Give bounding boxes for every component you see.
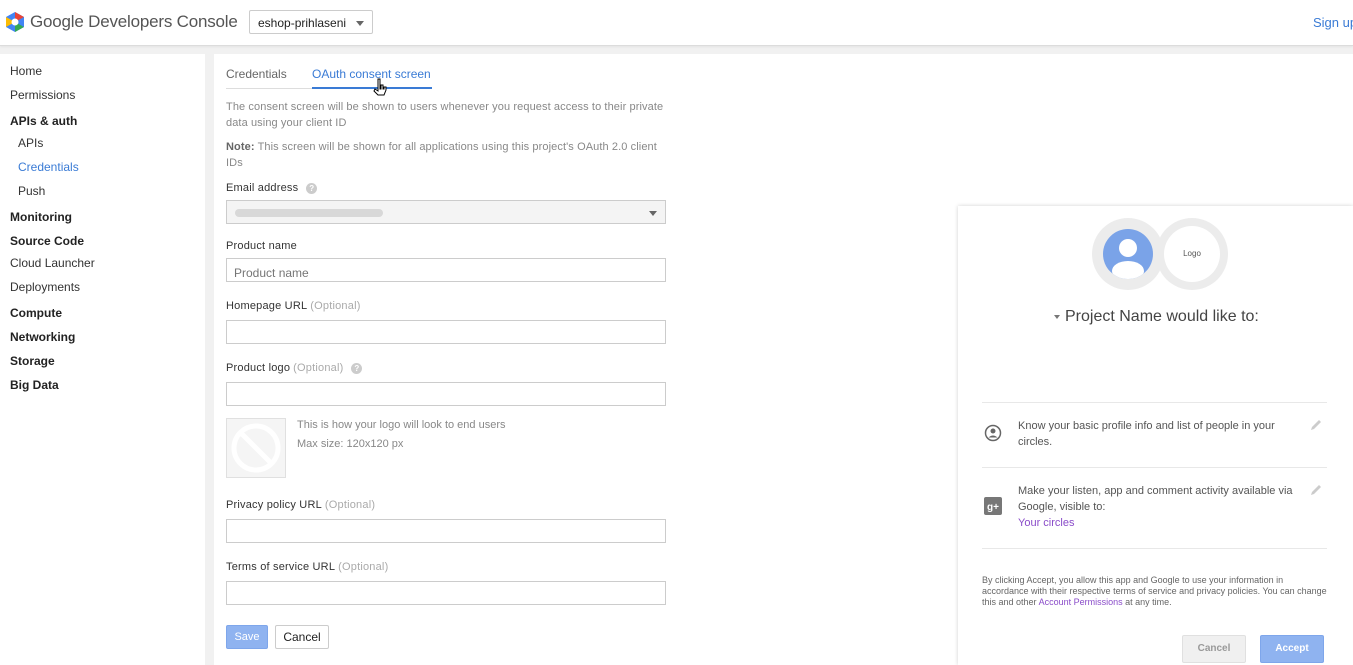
sidebar-item-credentials[interactable]: Credentials [18, 160, 79, 174]
note-label: Note: [226, 141, 255, 153]
sidebar-item-source-code[interactable]: Source Code [10, 234, 84, 248]
mouse-pointer-icon [373, 78, 387, 96]
product-name-input[interactable] [226, 258, 666, 282]
sign-up-link[interactable]: Sign up [1313, 15, 1353, 30]
logo-note-text: This is how your logo will look to end u… [297, 419, 506, 431]
product-logo-label: Product logo (Optional)? [226, 362, 363, 374]
user-avatar-icon [1103, 229, 1153, 279]
privacy-policy-url-input[interactable] [226, 519, 666, 543]
homepage-url-input[interactable] [226, 320, 666, 344]
intro-text: The consent screen will be shown to user… [226, 101, 664, 129]
cancel-button[interactable]: Cancel [275, 625, 329, 649]
email-address-label: Email address? [226, 182, 318, 194]
logo-size-text: Max size: 120x120 px [297, 438, 404, 450]
sidebar: Home Permissions APIs & auth APIs Creden… [0, 54, 205, 665]
permission-profile-text: Know your basic profile info and list of… [1018, 420, 1275, 448]
sidebar-item-storage[interactable]: Storage [10, 354, 55, 368]
terms-of-service-url-input[interactable] [226, 581, 666, 605]
profile-icon [984, 424, 1002, 442]
edit-pencil-icon[interactable] [1309, 418, 1323, 432]
permission-activity-body: Make your listen, app and comment activi… [1018, 485, 1293, 513]
sidebar-item-home[interactable]: Home [10, 64, 42, 78]
developers-console-logo-icon[interactable] [5, 11, 25, 33]
sidebar-item-networking[interactable]: Networking [10, 330, 75, 344]
google-plus-icon: g+ [984, 497, 1002, 515]
preview-accept-button[interactable]: Accept [1260, 635, 1324, 663]
sidebar-item-big-data[interactable]: Big Data [10, 378, 59, 392]
chevron-down-icon [356, 21, 364, 26]
logo-preview [226, 418, 286, 478]
consent-title: Project Name would like to: [1054, 308, 1259, 326]
save-button[interactable]: Save [226, 625, 268, 649]
account-permissions-link[interactable]: Account Permissions [1039, 597, 1123, 607]
active-tab-indicator [312, 87, 432, 89]
optional-tag: (Optional) [293, 362, 344, 374]
your-circles-link[interactable]: Your circles [1018, 517, 1074, 529]
top-bar: Google Developers Console eshop-prihlase… [0, 0, 1353, 46]
no-logo-icon [231, 423, 281, 473]
sidebar-item-apis[interactable]: APIs [18, 136, 43, 150]
privacy-policy-label-text: Privacy policy URL [226, 499, 322, 511]
product-name-label: Product name [226, 240, 297, 252]
sidebar-item-monitoring[interactable]: Monitoring [10, 210, 72, 224]
help-icon[interactable]: ? [306, 182, 318, 194]
terms-of-service-label: Terms of service URL (Optional) [226, 561, 388, 573]
email-address-label-text: Email address [226, 182, 299, 194]
main-panel: Credentials OAuth consent screen The con… [214, 54, 1353, 665]
consent-preview-card: Logo Project Name would like to: Know yo… [958, 206, 1353, 665]
product-logo-input[interactable] [226, 382, 666, 406]
tab-credentials[interactable]: Credentials [226, 67, 287, 81]
homepage-url-label: Homepage URL (Optional) [226, 300, 361, 312]
sidebar-item-permissions[interactable]: Permissions [10, 88, 75, 102]
terms-of-service-label-text: Terms of service URL [226, 561, 336, 573]
email-address-select[interactable] [226, 200, 666, 224]
caret-down-icon[interactable] [1054, 314, 1060, 319]
help-icon[interactable]: ? [351, 362, 363, 374]
optional-tag: (Optional) [324, 499, 376, 511]
note-body: This screen will be shown for all applic… [226, 141, 657, 169]
product-logo-label-text: Product logo [226, 362, 291, 374]
chevron-down-icon [649, 211, 657, 216]
sidebar-item-deployments[interactable]: Deployments [10, 280, 80, 294]
edit-pencil-icon[interactable] [1309, 483, 1323, 497]
svg-text:g+: g+ [987, 502, 999, 513]
note-text: Note: This screen will be shown for all … [226, 139, 671, 171]
tab-oauth-consent-screen[interactable]: OAuth consent screen [312, 67, 431, 81]
consent-title-text: Project Name would like to: [1065, 308, 1259, 325]
sidebar-item-apis-auth[interactable]: APIs & auth [10, 114, 77, 128]
sidebar-item-compute[interactable]: Compute [10, 306, 62, 320]
redacted-email [235, 209, 383, 217]
project-selector[interactable]: eshop-prihlaseni [249, 10, 373, 34]
preview-cancel-button[interactable]: Cancel [1182, 635, 1246, 663]
disclaimer-text: By clicking Accept, you allow this app a… [982, 575, 1332, 608]
brand-title[interactable]: Google Developers Console [30, 12, 238, 32]
privacy-policy-label: Privacy policy URL (Optional) [226, 499, 375, 511]
divider [982, 402, 1327, 403]
app-logo-placeholder: Logo [1164, 226, 1220, 282]
optional-tag: (Optional) [310, 300, 361, 312]
disclaimer-tail: at any time. [1125, 597, 1172, 607]
sidebar-item-push[interactable]: Push [18, 184, 45, 198]
divider [982, 548, 1327, 549]
optional-tag: (Optional) [338, 561, 389, 573]
sidebar-item-cloud-launcher[interactable]: Cloud Launcher [10, 256, 95, 270]
project-name: eshop-prihlaseni [258, 16, 347, 30]
permission-activity-text: Make your listen, app and comment activi… [1018, 483, 1308, 531]
homepage-url-label-text: Homepage URL [226, 300, 308, 312]
divider [982, 467, 1327, 468]
